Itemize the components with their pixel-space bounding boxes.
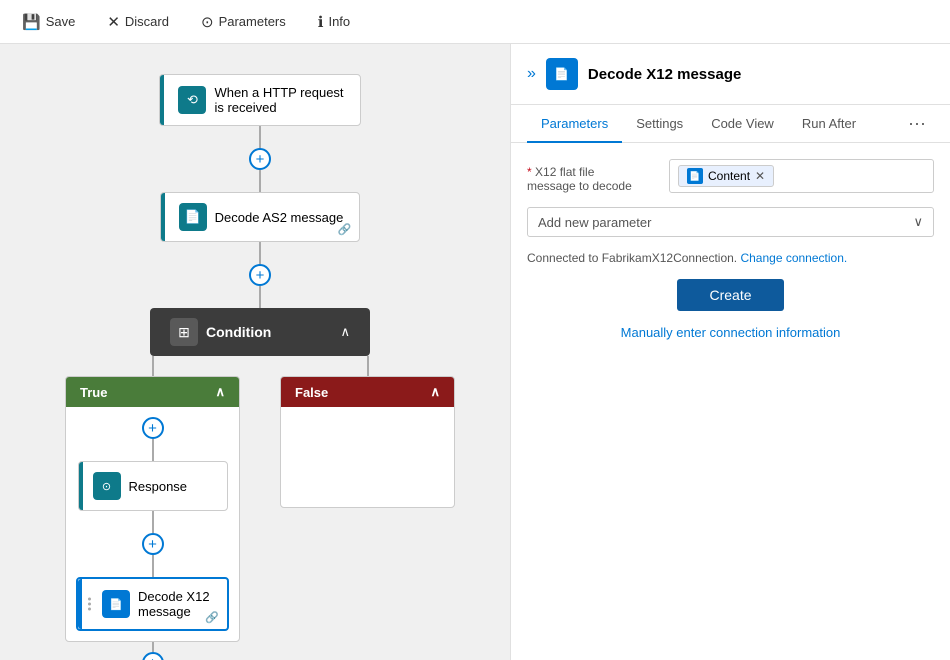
true-chevron: ∧ <box>215 384 225 400</box>
http-accent <box>160 75 164 125</box>
true-bottom-line <box>152 642 154 652</box>
as2-node[interactable]: 📄 Decode AS2 message 🔗 <box>160 192 361 242</box>
x12-node[interactable]: 📄 Decode X12 message 🔗 <box>76 577 229 631</box>
save-button[interactable]: 💾 Save <box>16 9 81 35</box>
more-options[interactable]: ··· <box>900 105 934 142</box>
condition-icon: ⊞ <box>170 318 198 346</box>
branch-wrapper: True ∧ + ⊙ Response <box>20 356 500 660</box>
false-top-line <box>367 356 369 376</box>
line-v-1 <box>259 126 261 148</box>
true-branch-col: True ∧ + ⊙ Response <box>60 356 245 660</box>
connection-info: Connected to FabrikamX12Connection. <box>527 251 737 265</box>
false-branch-box: False ∧ <box>280 376 455 508</box>
add-param-row[interactable]: Add new parameter ∨ <box>527 207 934 237</box>
tab-code-view[interactable]: Code View <box>697 106 788 143</box>
true-line <box>152 439 154 461</box>
connection-text: Connected to FabrikamX12Connection. Chan… <box>527 251 934 265</box>
field-tag: 📄 Content ✕ <box>678 165 774 187</box>
add-true-step[interactable]: + <box>142 417 164 439</box>
response-accent <box>79 462 83 510</box>
as2-link-icon: 🔗 <box>338 223 352 236</box>
x12-accent <box>78 579 82 629</box>
condition-chevron: ∧ <box>340 324 350 340</box>
save-icon: 💾 <box>22 13 41 31</box>
main-area: ⟲ When a HTTP request is received + 📄 De… <box>0 44 950 660</box>
branch-row: True ∧ + ⊙ Response <box>60 356 460 660</box>
true-branch-content: + ⊙ Response + <box>66 407 239 641</box>
x12-icon: 📄 <box>102 590 130 618</box>
info-button[interactable]: ℹ Info <box>312 9 356 35</box>
info-label: Info <box>328 14 350 29</box>
x12-link-icon: 🔗 <box>205 611 219 624</box>
panel-header: » 📄 Decode X12 message <box>511 44 950 105</box>
x12-label: Decode X12 message <box>138 589 211 619</box>
add-step-1[interactable]: + <box>249 148 271 170</box>
false-branch-col: False ∧ <box>275 356 460 508</box>
field-row: * X12 flat file message to decode 📄 Cont… <box>527 159 934 193</box>
connector-2: + <box>249 242 271 308</box>
parameters-label: Parameters <box>219 14 286 29</box>
response-label: Response <box>129 479 188 494</box>
as2-accent <box>161 193 165 241</box>
line-v-2 <box>259 242 261 264</box>
panel-title: Decode X12 message <box>588 66 741 83</box>
add-step-2[interactable]: + <box>249 264 271 286</box>
field-value[interactable]: 📄 Content ✕ <box>669 159 934 193</box>
true-label: True <box>80 385 107 400</box>
http-icon: ⟲ <box>178 86 206 114</box>
canvas: ⟲ When a HTTP request is received + 📄 De… <box>0 44 510 660</box>
tag-close[interactable]: ✕ <box>755 169 765 183</box>
create-button[interactable]: Create <box>677 279 783 311</box>
required-marker: * <box>527 165 532 179</box>
panel-body: * X12 flat file message to decode 📄 Cont… <box>511 143 950 660</box>
true-branch-header[interactable]: True ∧ <box>66 377 239 407</box>
condition-label: Condition <box>206 324 332 340</box>
expand-icon[interactable]: » <box>527 65 536 83</box>
add-response-step[interactable]: + <box>142 533 164 555</box>
line-v-1b <box>259 170 261 192</box>
line-v-2b <box>259 286 261 308</box>
http-label: When a HTTP request is received <box>214 85 343 115</box>
as2-icon: 📄 <box>179 203 207 231</box>
response-line <box>152 511 154 533</box>
connector-1: + <box>249 126 271 192</box>
tag-label: Content <box>708 169 750 183</box>
add-param-chevron: ∨ <box>913 214 923 230</box>
condition-node[interactable]: ⊞ Condition ∧ <box>150 308 370 356</box>
tab-run-after[interactable]: Run After <box>788 106 870 143</box>
tab-parameters[interactable]: Parameters <box>527 106 622 143</box>
add-after-true[interactable]: + <box>142 652 164 660</box>
save-label: Save <box>46 14 76 29</box>
tag-icon: 📄 <box>687 168 703 184</box>
toolbar: 💾 Save ✕ Discard ⊙ Parameters ℹ Info <box>0 0 950 44</box>
panel-node-icon: 📄 <box>546 58 578 90</box>
parameters-button[interactable]: ⊙ Parameters <box>195 9 292 35</box>
response-icon: ⊙ <box>93 472 121 500</box>
as2-label: Decode AS2 message <box>215 210 344 225</box>
true-branch-box: True ∧ + ⊙ Response <box>65 376 240 642</box>
field-label-text: X12 flat file message to decode <box>527 165 632 193</box>
discard-button[interactable]: ✕ Discard <box>101 9 175 35</box>
parameters-icon: ⊙ <box>201 13 214 31</box>
tab-settings[interactable]: Settings <box>622 106 697 143</box>
response-node[interactable]: ⊙ Response <box>78 461 228 511</box>
info-icon: ℹ <box>318 13 324 31</box>
panel-tabs: Parameters Settings Code View Run After … <box>511 105 950 143</box>
discard-label: Discard <box>125 14 169 29</box>
add-param-label: Add new parameter <box>538 215 651 230</box>
false-branch-content <box>281 407 454 507</box>
flow-container: ⟲ When a HTTP request is received + 📄 De… <box>20 64 500 660</box>
x12-line <box>152 555 154 577</box>
discard-icon: ✕ <box>107 13 120 31</box>
false-label: False <box>295 385 328 400</box>
true-top-line <box>152 356 154 376</box>
false-branch-header[interactable]: False ∧ <box>281 377 454 407</box>
field-label: * X12 flat file message to decode <box>527 159 657 193</box>
x12-handle <box>84 596 95 613</box>
http-trigger-node[interactable]: ⟲ When a HTTP request is received <box>159 74 360 126</box>
false-chevron: ∧ <box>430 384 440 400</box>
right-panel: » 📄 Decode X12 message Parameters Settin… <box>510 44 950 660</box>
change-connection-link[interactable]: Change connection. <box>740 251 847 265</box>
manual-connection-link[interactable]: Manually enter connection information <box>527 325 934 340</box>
